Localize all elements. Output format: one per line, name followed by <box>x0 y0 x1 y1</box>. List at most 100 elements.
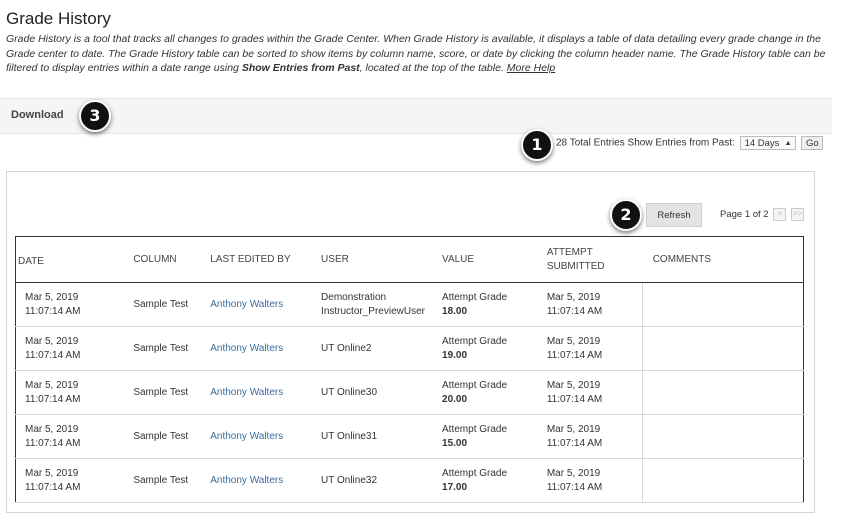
cell-attempt: Mar 5, 2019 11:07:14 AM <box>536 370 643 415</box>
grade-history-table: DATE COLUMN LAST EDITED BY USER VALUE AT… <box>15 236 804 503</box>
description-text-2: , located at the top of the table. <box>359 62 507 74</box>
header-attempt-submitted[interactable]: ATTEMPT SUBMITTED <box>536 236 643 283</box>
cell-editor-link[interactable]: Anthony Walters <box>200 458 312 503</box>
table-row: Mar 5, 2019 11:07:14 AM Sample Test Antho… <box>15 370 804 415</box>
cell-column: Sample Test <box>123 370 201 415</box>
page-description: Grade History is a tool that tracks all … <box>6 32 826 76</box>
cell-value: Attempt Grade 17.00 <box>432 458 537 503</box>
cell-editor-link[interactable]: Anthony Walters <box>200 370 312 415</box>
attempt-date: Mar 5, 2019 <box>546 379 601 391</box>
table-row: Mar 5, 2019 11:07:14 AM Sample Test Antho… <box>15 458 804 503</box>
attempt-time: 11:07:14 AM <box>546 393 603 405</box>
header-last-edited-by[interactable]: LAST EDITED BY <box>200 236 312 283</box>
cell-column: Sample Test <box>123 414 201 459</box>
cell-value: Attempt Grade 19.00 <box>432 326 537 371</box>
page-title: Grade History <box>6 9 111 28</box>
cell-attempt: Mar 5, 2019 11:07:14 AM <box>536 282 643 327</box>
attempt-date: Mar 5, 2019 <box>546 467 601 479</box>
date-text: Mar 5, 2019 <box>25 379 79 391</box>
header-attempt-line1: ATTEMPT <box>546 246 593 258</box>
header-column[interactable]: COLUMN <box>123 236 201 283</box>
value-number: 18.00 <box>442 305 468 317</box>
date-text: Mar 5, 2019 <box>25 291 79 303</box>
cell-user: UT Online30 <box>311 370 433 415</box>
cell-value: Attempt Grade 15.00 <box>432 414 537 459</box>
refresh-button[interactable]: Refresh <box>646 203 702 227</box>
cell-value: Attempt Grade 20.00 <box>432 370 537 415</box>
description-bold: Show Entries from Past <box>241 62 360 74</box>
next-page-button[interactable]: > <box>773 208 787 221</box>
table-row: Mar 5, 2019 11:07:14 AM Sample Test Antho… <box>15 282 804 327</box>
entries-filter: 28 Total Entries Show Entries from Past:… <box>556 136 824 152</box>
cell-editor-link[interactable]: Anthony Walters <box>200 414 312 459</box>
user-line1: Demonstration <box>321 291 387 303</box>
page-indicator: Page 1 of 2 <box>720 209 769 221</box>
date-text: Mar 5, 2019 <box>25 467 79 479</box>
cell-attempt: Mar 5, 2019 11:07:14 AM <box>536 458 643 503</box>
header-user[interactable]: USER <box>311 236 433 283</box>
cell-comments <box>642 282 804 327</box>
attempt-time: 11:07:14 AM <box>546 349 603 361</box>
cell-comments <box>642 370 804 415</box>
value-label: Attempt Grade <box>442 291 508 303</box>
cell-comments <box>642 458 804 503</box>
time-text: 11:07:14 AM <box>25 393 81 405</box>
date-text: Mar 5, 2019 <box>25 335 79 347</box>
cell-editor-link[interactable]: Anthony Walters <box>200 282 312 327</box>
cell-user: UT Online32 <box>311 458 433 503</box>
cell-comments <box>642 326 804 371</box>
attempt-time: 11:07:14 AM <box>546 305 603 317</box>
cell-attempt: Mar 5, 2019 11:07:14 AM <box>536 414 643 459</box>
total-entries: 28 Total Entries <box>556 137 625 149</box>
attempt-date: Mar 5, 2019 <box>546 423 601 435</box>
table-row: Mar 5, 2019 11:07:14 AM Sample Test Antho… <box>15 414 804 459</box>
value-label: Attempt Grade <box>442 423 508 435</box>
cell-comments <box>642 414 804 459</box>
value-number: 19.00 <box>442 349 468 361</box>
days-select[interactable]: 14 Days ▲ <box>739 136 796 150</box>
callout-3: 3 <box>79 100 111 132</box>
cell-user: UT Online31 <box>311 414 433 459</box>
table-row: Mar 5, 2019 11:07:14 AM Sample Test Antho… <box>15 326 804 371</box>
time-text: 11:07:14 AM <box>25 305 81 317</box>
cell-user: UT Online2 <box>311 326 433 371</box>
header-date[interactable]: DATE <box>15 236 124 283</box>
attempt-time: 11:07:14 AM <box>546 437 603 449</box>
last-page-button[interactable]: >> <box>790 208 804 221</box>
header-comments[interactable]: COMMENTS <box>642 236 804 283</box>
value-number: 20.00 <box>442 393 468 405</box>
cell-column: Sample Test <box>123 326 201 371</box>
header-attempt-line2: SUBMITTED <box>546 260 605 272</box>
attempt-time: 11:07:14 AM <box>546 481 603 493</box>
more-help-link[interactable]: More Help <box>507 62 555 74</box>
cell-value: Attempt Grade 18.00 <box>432 282 537 327</box>
value-number: 17.00 <box>442 481 468 493</box>
pagination: Page 1 of 2 > >> <box>720 208 804 221</box>
callout-1: 1 <box>521 129 553 161</box>
cell-date: Mar 5, 2019 11:07:14 AM <box>15 370 124 415</box>
action-bar: Download <box>0 98 832 134</box>
value-label: Attempt Grade <box>442 467 508 479</box>
date-text: Mar 5, 2019 <box>25 423 79 435</box>
cell-date: Mar 5, 2019 11:07:14 AM <box>15 414 124 459</box>
download-button[interactable]: Download <box>11 109 64 121</box>
time-text: 11:07:14 AM <box>25 437 81 449</box>
cell-date: Mar 5, 2019 11:07:14 AM <box>15 326 124 371</box>
go-button[interactable]: Go <box>801 136 824 150</box>
time-text: 11:07:14 AM <box>25 481 81 493</box>
cell-date: Mar 5, 2019 11:07:14 AM <box>15 282 124 327</box>
cell-user: Demonstration Instructor_PreviewUser <box>311 282 433 327</box>
cell-editor-link[interactable]: Anthony Walters <box>200 326 312 371</box>
cell-column: Sample Test <box>123 458 201 503</box>
attempt-date: Mar 5, 2019 <box>546 335 601 347</box>
cell-column: Sample Test <box>123 282 201 327</box>
value-label: Attempt Grade <box>442 335 508 347</box>
header-value[interactable]: VALUE <box>432 236 537 283</box>
cell-date: Mar 5, 2019 11:07:14 AM <box>15 458 124 503</box>
show-entries-label: Show Entries from Past: <box>627 137 735 149</box>
user-line2: Instructor_PreviewUser <box>321 305 425 317</box>
callout-2: 2 <box>610 199 642 231</box>
select-arrows-icon: ▲ <box>784 140 792 147</box>
table-header-row: DATE COLUMN LAST EDITED BY USER VALUE AT… <box>15 236 804 283</box>
time-text: 11:07:14 AM <box>25 349 81 361</box>
